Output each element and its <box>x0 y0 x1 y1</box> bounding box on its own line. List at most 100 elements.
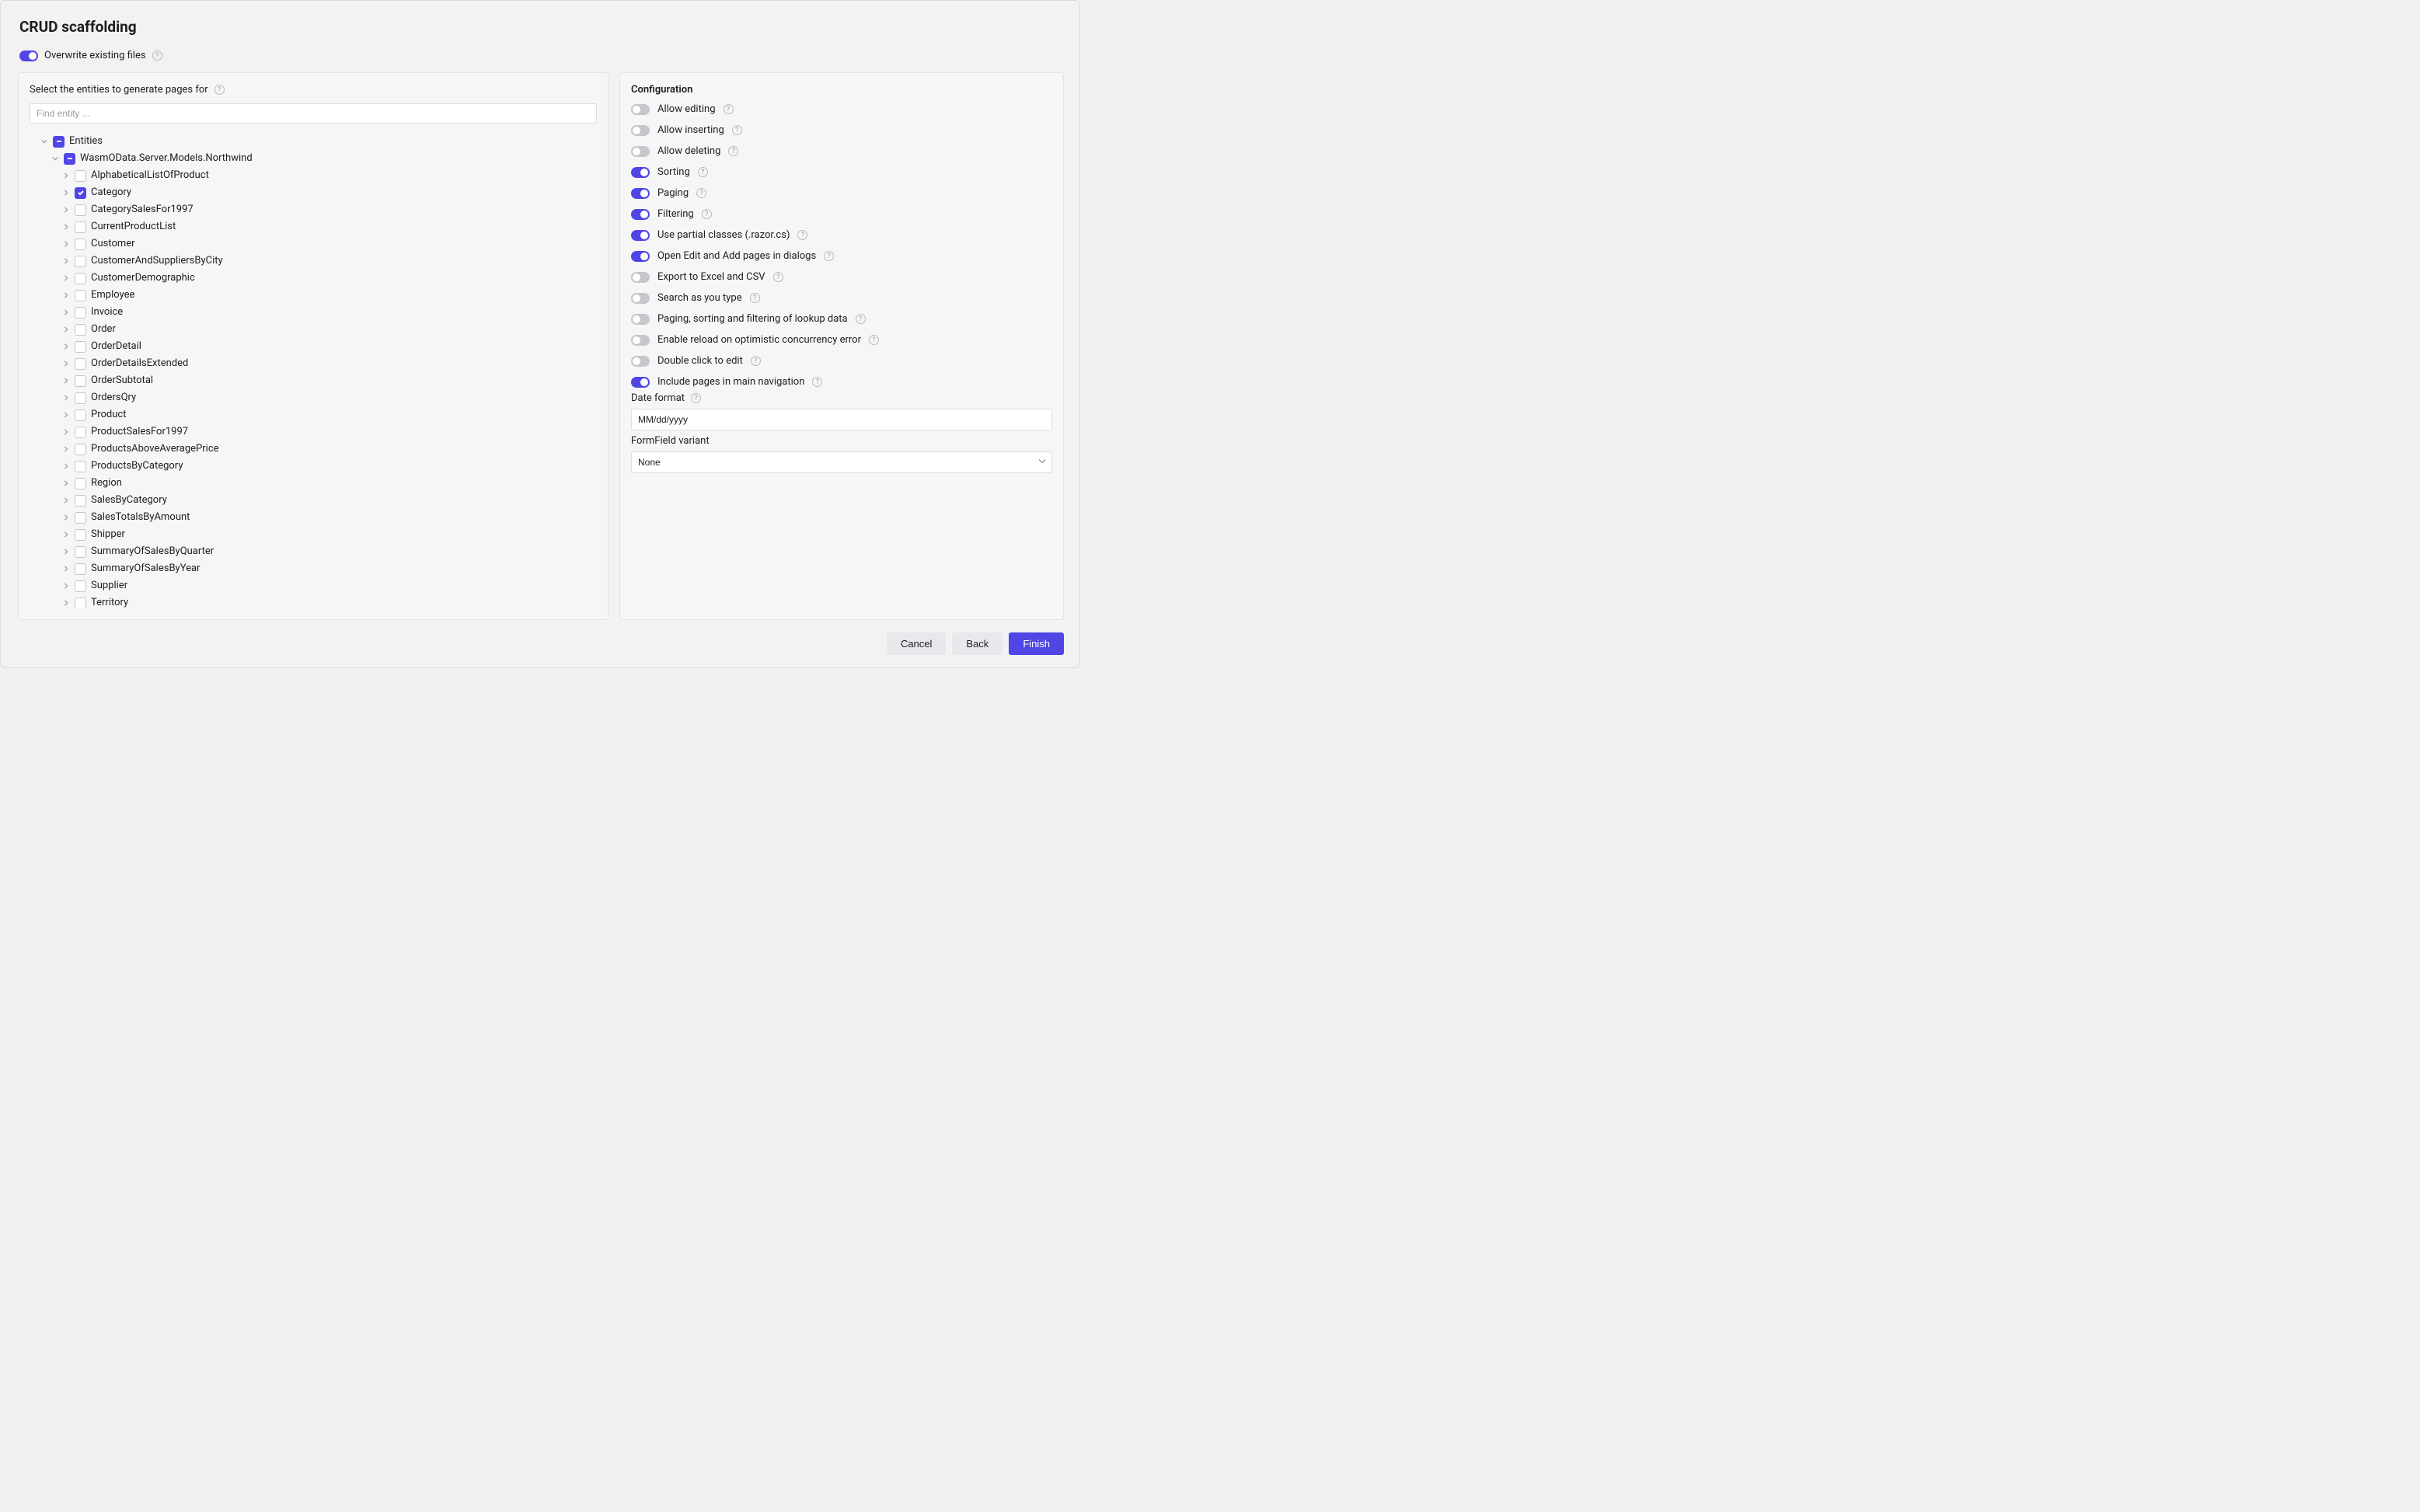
namespace-checkbox[interactable] <box>64 153 75 165</box>
help-icon[interactable]: ? <box>214 85 225 95</box>
chevron-right-icon[interactable] <box>62 241 70 247</box>
help-icon[interactable]: ? <box>728 146 738 156</box>
config-toggle[interactable] <box>631 272 650 283</box>
help-icon[interactable]: ? <box>698 167 708 177</box>
entity-row[interactable]: Product <box>30 406 597 423</box>
entity-checkbox[interactable] <box>75 221 86 233</box>
help-icon[interactable]: ? <box>702 209 712 219</box>
config-toggle[interactable] <box>631 188 650 199</box>
entity-tree[interactable]: Entities WasmOData.Server.Models.Northwi… <box>30 130 597 608</box>
chevron-right-icon[interactable] <box>62 446 70 452</box>
entity-search-input[interactable] <box>30 103 597 124</box>
chevron-right-icon[interactable] <box>62 258 70 264</box>
formfield-variant-value[interactable] <box>631 451 1052 473</box>
entity-checkbox[interactable] <box>75 512 86 524</box>
entity-checkbox[interactable] <box>75 204 86 216</box>
entity-checkbox[interactable] <box>75 392 86 404</box>
chevron-right-icon[interactable] <box>62 412 70 418</box>
entity-row[interactable]: SummaryOfSalesByQuarter <box>30 543 597 560</box>
entity-row[interactable]: CustomerAndSuppliersByCity <box>30 253 597 270</box>
formfield-variant-select[interactable] <box>631 451 1052 473</box>
entity-row[interactable]: ProductsAboveAveragePrice <box>30 441 597 458</box>
config-toggle[interactable] <box>631 125 650 136</box>
entity-row[interactable]: OrdersQry <box>30 389 597 406</box>
entity-checkbox[interactable] <box>75 444 86 455</box>
entity-row[interactable]: OrderSubtotal <box>30 372 597 389</box>
help-icon[interactable]: ? <box>152 51 162 61</box>
entity-row[interactable]: CategorySalesFor1997 <box>30 201 597 218</box>
chevron-right-icon[interactable] <box>62 190 70 196</box>
entity-row[interactable]: Region <box>30 475 597 492</box>
config-toggle[interactable] <box>631 167 650 178</box>
chevron-right-icon[interactable] <box>62 207 70 213</box>
entity-checkbox[interactable] <box>75 239 86 250</box>
entity-checkbox[interactable] <box>75 563 86 575</box>
chevron-right-icon[interactable] <box>62 583 70 589</box>
chevron-right-icon[interactable] <box>62 343 70 350</box>
entity-checkbox[interactable] <box>75 580 86 592</box>
entity-checkbox[interactable] <box>75 478 86 489</box>
tree-namespace[interactable]: WasmOData.Server.Models.Northwind <box>30 150 597 167</box>
chevron-right-icon[interactable] <box>62 224 70 230</box>
entity-row[interactable]: Territory <box>30 594 597 608</box>
entity-row[interactable]: CustomerDemographic <box>30 270 597 287</box>
config-toggle[interactable] <box>631 251 650 262</box>
entity-checkbox[interactable] <box>75 324 86 336</box>
entity-row[interactable]: ProductSalesFor1997 <box>30 423 597 441</box>
back-button[interactable]: Back <box>952 632 1003 655</box>
chevron-down-icon[interactable] <box>40 138 48 145</box>
entity-checkbox[interactable] <box>75 461 86 472</box>
entity-checkbox[interactable] <box>75 341 86 353</box>
entity-checkbox[interactable] <box>75 187 86 199</box>
entity-checkbox[interactable] <box>75 375 86 387</box>
chevron-right-icon[interactable] <box>62 378 70 384</box>
entity-checkbox[interactable] <box>75 170 86 182</box>
help-icon[interactable]: ? <box>824 251 834 261</box>
config-toggle[interactable] <box>631 356 650 367</box>
chevron-right-icon[interactable] <box>62 497 70 503</box>
entity-checkbox[interactable] <box>75 256 86 267</box>
config-toggle[interactable] <box>631 230 650 241</box>
entity-row[interactable]: SummaryOfSalesByYear <box>30 560 597 577</box>
chevron-right-icon[interactable] <box>62 275 70 281</box>
entity-row[interactable]: Invoice <box>30 304 597 321</box>
chevron-right-icon[interactable] <box>62 600 70 606</box>
chevron-right-icon[interactable] <box>62 549 70 555</box>
chevron-right-icon[interactable] <box>62 463 70 469</box>
date-format-input[interactable] <box>631 409 1052 430</box>
config-toggle[interactable] <box>631 146 650 157</box>
entity-checkbox[interactable] <box>75 427 86 438</box>
tree-root[interactable]: Entities <box>30 133 597 150</box>
entity-row[interactable]: AlphabeticalListOfProduct <box>30 167 597 184</box>
entity-row[interactable]: Shipper <box>30 526 597 543</box>
entity-row[interactable]: SalesByCategory <box>30 492 597 509</box>
entity-row[interactable]: Employee <box>30 287 597 304</box>
entity-checkbox[interactable] <box>75 546 86 558</box>
finish-button[interactable]: Finish <box>1009 632 1064 655</box>
entity-checkbox[interactable] <box>75 495 86 507</box>
help-icon[interactable]: ? <box>773 272 783 282</box>
help-icon[interactable]: ? <box>812 377 822 387</box>
entity-row[interactable]: OrderDetail <box>30 338 597 355</box>
help-icon[interactable]: ? <box>732 125 742 135</box>
help-icon[interactable]: ? <box>751 356 761 366</box>
chevron-down-icon[interactable] <box>51 155 59 162</box>
config-toggle[interactable] <box>631 209 650 220</box>
entity-row[interactable]: OrderDetailsExtended <box>30 355 597 372</box>
help-icon[interactable]: ? <box>797 230 807 240</box>
chevron-right-icon[interactable] <box>62 172 70 179</box>
entity-row[interactable]: Customer <box>30 235 597 253</box>
entity-row[interactable]: ProductsByCategory <box>30 458 597 475</box>
chevron-right-icon[interactable] <box>62 395 70 401</box>
chevron-right-icon[interactable] <box>62 531 70 538</box>
entity-checkbox[interactable] <box>75 409 86 421</box>
chevron-right-icon[interactable] <box>62 361 70 367</box>
entity-row[interactable]: CurrentProductList <box>30 218 597 235</box>
chevron-right-icon[interactable] <box>62 429 70 435</box>
help-icon[interactable]: ? <box>724 104 734 114</box>
entity-checkbox[interactable] <box>75 290 86 301</box>
entity-checkbox[interactable] <box>75 597 86 609</box>
help-icon[interactable]: ? <box>869 335 879 345</box>
entity-checkbox[interactable] <box>75 358 86 370</box>
help-icon[interactable]: ? <box>691 393 701 403</box>
